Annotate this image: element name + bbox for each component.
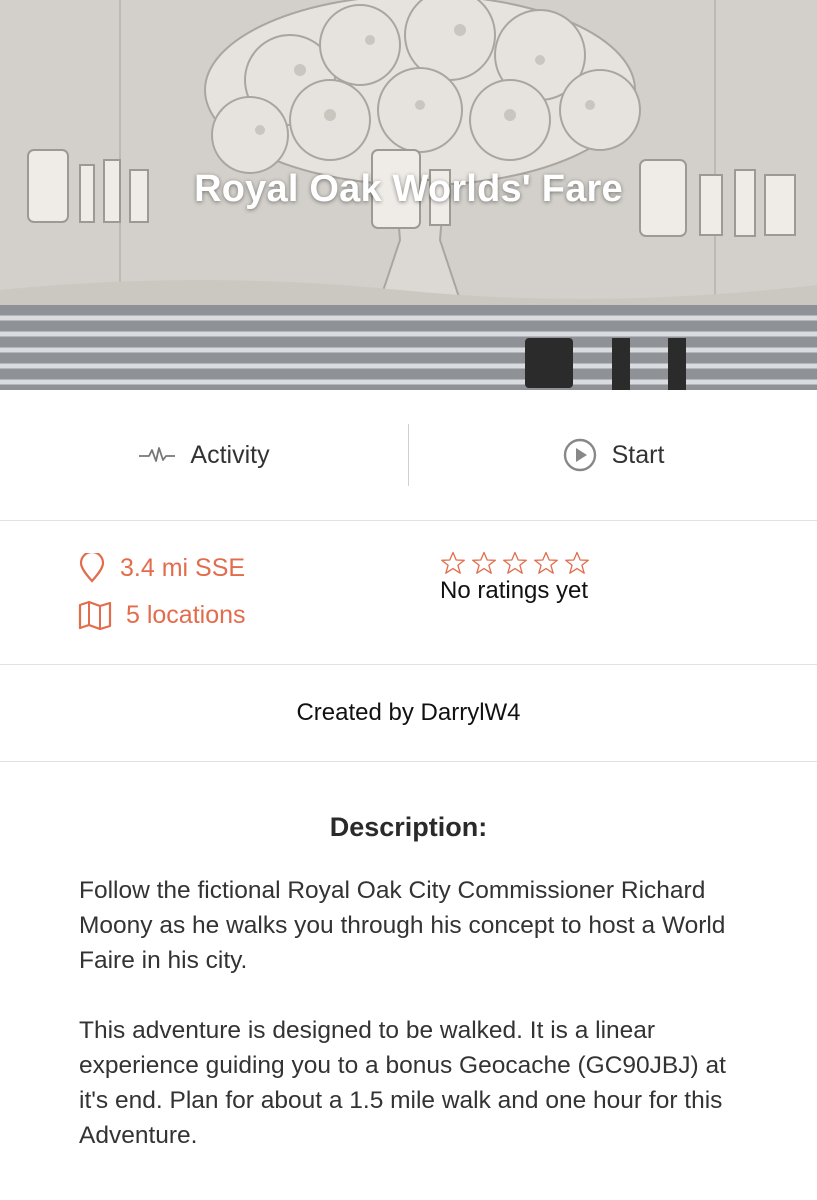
- rating[interactable]: No ratings yet: [440, 551, 590, 605]
- locations-info: 5 locations: [78, 600, 246, 630]
- rating-text: No ratings yet: [440, 577, 589, 604]
- location-pin-icon: [78, 553, 106, 583]
- star-icon: [472, 551, 496, 574]
- activity-button[interactable]: Activity: [0, 390, 408, 520]
- star-icon: [441, 551, 465, 574]
- locations-text: 5 locations: [126, 600, 246, 629]
- start-label: Start: [611, 440, 665, 469]
- action-bar: Activity Start: [0, 390, 817, 521]
- star-icon: [534, 551, 558, 574]
- star-icon: [503, 551, 527, 574]
- pulse-icon: [138, 445, 176, 465]
- hero-image: Royal Oak Worlds' Fare: [0, 0, 817, 390]
- description-paragraph: Follow the fictional Royal Oak City Comm…: [79, 877, 726, 974]
- activity-label: Activity: [190, 440, 270, 469]
- star-icon: [565, 551, 589, 574]
- distance-text: 3.4 mi SSE: [120, 553, 246, 582]
- description-section: Description: Follow the fictional Royal …: [0, 812, 817, 1153]
- play-circle-icon: [562, 437, 598, 473]
- description-paragraph: This adventure is designed to be walked.…: [79, 1017, 726, 1149]
- rating-stars: [440, 551, 590, 575]
- creator-text: Created by DarrylW4: [296, 699, 521, 726]
- distance-info: 3.4 mi SSE: [78, 553, 245, 583]
- description-heading: Description:: [329, 812, 488, 842]
- adventure-meta: 3.4 mi SSE 5 locations No ratings yet: [0, 521, 817, 665]
- map-icon: [78, 600, 112, 630]
- start-button[interactable]: Start: [409, 390, 817, 520]
- page-title: Royal Oak Worlds' Fare: [194, 168, 623, 210]
- creator-info: Created by DarrylW4: [0, 665, 817, 762]
